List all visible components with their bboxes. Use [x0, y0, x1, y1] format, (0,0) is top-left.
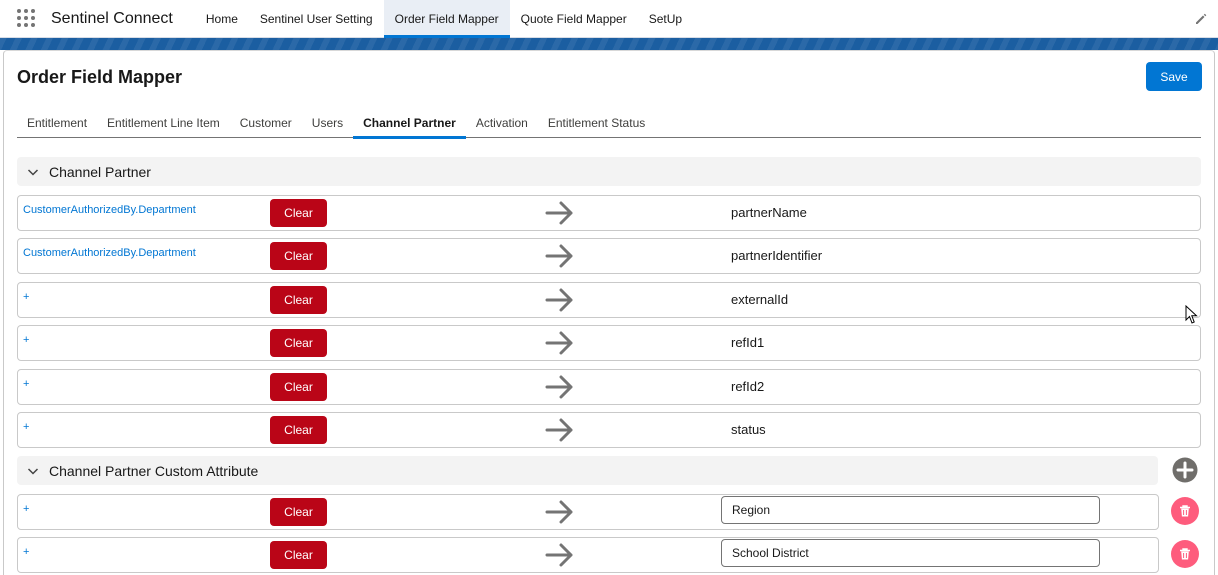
trash-icon — [1180, 505, 1190, 517]
nav-item-sentinel-user-setting[interactable]: Sentinel User Setting — [249, 0, 384, 38]
tab-channel-partner[interactable]: Channel Partner — [353, 107, 466, 139]
trash-icon — [1180, 548, 1190, 560]
clear-button[interactable]: Clear — [270, 286, 327, 314]
add-source-link[interactable]: + — [23, 291, 29, 303]
arrow-right-icon — [545, 543, 573, 567]
arrow-right-icon — [545, 500, 573, 524]
add-source-link[interactable]: + — [23, 334, 29, 346]
section-channel-partner[interactable]: Channel Partner — [17, 157, 1201, 186]
arrow-right-icon — [545, 201, 573, 225]
custom-mapping-row-region: + Clear — [17, 494, 1159, 530]
add-circle-icon[interactable] — [1172, 457, 1198, 483]
waffle-icon[interactable] — [17, 8, 37, 29]
source-field-link[interactable]: CustomerAuthorizedBy.Department — [23, 204, 196, 216]
mapping-row-partner-identifier: CustomerAuthorizedBy.Department Clear pa… — [17, 238, 1201, 274]
tab-entitlement-status[interactable]: Entitlement Status — [538, 107, 655, 138]
header-band — [0, 38, 1218, 50]
target-field-label: externalId — [731, 292, 789, 307]
arrow-right-icon — [545, 288, 573, 312]
target-field-label: refId2 — [731, 379, 765, 394]
clear-button[interactable]: Clear — [270, 329, 327, 357]
field-mapper-card: Order Field Mapper Save Entitlement Enti… — [3, 50, 1215, 575]
tab-entitlement[interactable]: Entitlement — [17, 107, 97, 138]
tab-activation[interactable]: Activation — [466, 107, 538, 138]
clear-button[interactable]: Clear — [270, 498, 327, 526]
mapping-row-partner-name: CustomerAuthorizedBy.Department Clear pa… — [17, 195, 1201, 231]
page-title: Order Field Mapper — [17, 67, 183, 87]
pencil-icon[interactable] — [1194, 12, 1208, 26]
mapping-row-status: + Clear status — [17, 412, 1201, 448]
target-field-label: partnerIdentifier — [731, 248, 823, 263]
arrow-right-icon — [545, 331, 573, 355]
mapping-row-ref-id1: + Clear refId1 — [17, 325, 1201, 361]
nav-item-home[interactable]: Home — [195, 0, 249, 38]
section-channel-partner-custom-attribute[interactable]: Channel Partner Custom Attribute — [17, 456, 1158, 485]
clear-button[interactable]: Clear — [270, 373, 327, 401]
add-source-link[interactable]: + — [23, 378, 29, 390]
chevron-down-icon — [27, 168, 39, 176]
tab-customer[interactable]: Customer — [230, 107, 302, 138]
save-button[interactable]: Save — [1146, 62, 1202, 91]
mapping-row-ref-id2: + Clear refId2 — [17, 369, 1201, 405]
target-field-label: status — [731, 422, 766, 437]
arrow-right-icon — [545, 418, 573, 442]
source-field-link[interactable]: CustomerAuthorizedBy.Department — [23, 247, 196, 259]
arrow-right-icon — [545, 375, 573, 399]
clear-button[interactable]: Clear — [270, 416, 327, 444]
global-nav: Sentinel Connect Home Sentinel User Sett… — [0, 0, 1218, 38]
delete-row-button[interactable] — [1171, 540, 1199, 568]
target-field-label: partnerName — [731, 205, 807, 220]
app-name: Sentinel Connect — [51, 9, 173, 27]
custom-mapping-row-school-district: + Clear — [17, 537, 1159, 573]
chevron-down-icon — [27, 467, 39, 475]
target-attribute-input[interactable] — [721, 539, 1100, 567]
clear-button[interactable]: Clear — [270, 242, 327, 270]
add-source-link[interactable]: + — [23, 421, 29, 433]
tab-entitlement-line-item[interactable]: Entitlement Line Item — [97, 107, 230, 138]
nav-item-setup[interactable]: SetUp — [638, 0, 693, 38]
add-source-link[interactable]: + — [23, 546, 29, 558]
clear-button[interactable]: Clear — [270, 199, 327, 227]
add-source-link[interactable]: + — [23, 503, 29, 515]
arrow-right-icon — [545, 244, 573, 268]
mouse-cursor-icon — [1185, 305, 1198, 324]
clear-button[interactable]: Clear — [270, 541, 327, 569]
delete-row-button[interactable] — [1171, 497, 1199, 525]
nav-item-quote-field-mapper[interactable]: Quote Field Mapper — [510, 0, 638, 38]
section-label: Channel Partner — [49, 163, 151, 180]
nav-item-order-field-mapper[interactable]: Order Field Mapper — [383, 0, 510, 38]
mapping-row-external-id: + Clear externalId — [17, 282, 1201, 318]
tab-users[interactable]: Users — [302, 107, 353, 138]
target-attribute-input[interactable] — [721, 496, 1100, 524]
section-label: Channel Partner Custom Attribute — [49, 462, 259, 479]
target-field-label: refId1 — [731, 335, 765, 350]
object-tabs: Entitlement Entitlement Line Item Custom… — [17, 107, 1201, 139]
